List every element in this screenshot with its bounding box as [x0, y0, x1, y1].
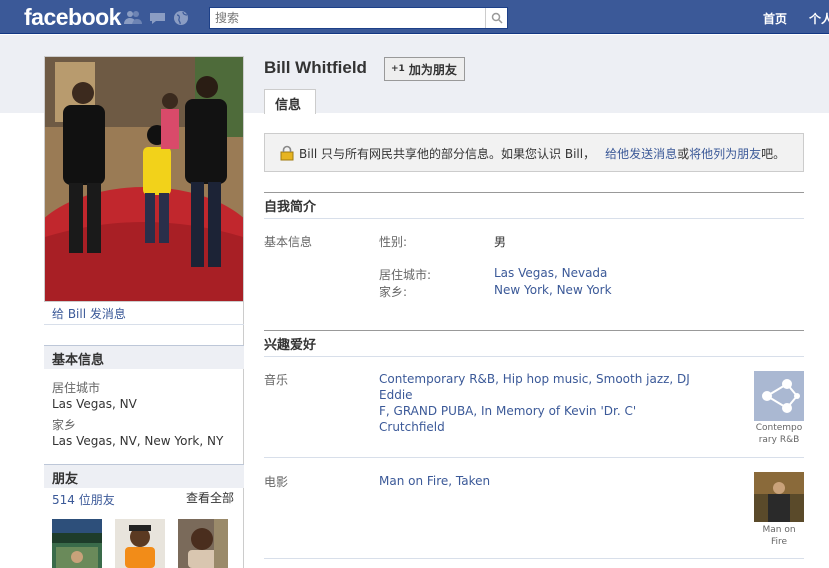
- add-friend-icon: +1: [391, 64, 405, 74]
- music-caption-line-1: Contempo: [755, 423, 803, 433]
- music-caption-line-2: rary R&B: [758, 435, 800, 445]
- search-button[interactable]: [485, 8, 507, 28]
- music-list[interactable]: Contemporary R&B, Hip hop music, Smooth …: [379, 371, 699, 435]
- friend-thumbnail[interactable]: [115, 519, 165, 568]
- nav-profile-link[interactable]: 个人: [809, 10, 829, 27]
- hometown-value[interactable]: New York, New York: [494, 283, 612, 297]
- movie-caption-line-1: Man on: [762, 525, 796, 535]
- lock-icon: [280, 145, 294, 161]
- gender-label: 性别:: [379, 235, 408, 249]
- music-list-line-2[interactable]: F, GRAND PUBA, In Memory of Kevin 'Dr. C…: [379, 403, 699, 435]
- notice-or: 或: [677, 147, 690, 161]
- gender-value: 男: [494, 235, 507, 249]
- notice-text: Bill 只与所有网民共享他的部分信息。如果您认识 Bill，: [299, 147, 596, 161]
- nav-home-link[interactable]: 首页: [763, 10, 787, 27]
- section-divider: [264, 192, 804, 193]
- about-section-title: 自我简介: [264, 200, 317, 215]
- profile-name: Bill Whitfield: [264, 58, 367, 77]
- send-message-notice-link[interactable]: 给他发送消息: [605, 147, 677, 161]
- divider: [264, 457, 804, 458]
- notifications-globe-icon[interactable]: [172, 9, 190, 26]
- friend-requests-icon[interactable]: [124, 9, 142, 26]
- music-label: 音乐: [264, 373, 289, 387]
- add-friend-notice-link[interactable]: 将他列为朋友: [689, 147, 761, 161]
- movie-thumbnail[interactable]: [754, 472, 804, 522]
- notification-jewels: [124, 9, 190, 26]
- sidebar-city-label: 居住城市: [52, 381, 101, 395]
- section-divider: [264, 330, 804, 331]
- music-thumbnail[interactable]: [754, 371, 804, 421]
- basic-info-label: 基本信息: [264, 235, 313, 249]
- add-friend-button[interactable]: +1 加为朋友: [384, 57, 465, 81]
- see-all-friends-link[interactable]: 查看全部: [186, 489, 234, 506]
- divider: [264, 356, 804, 357]
- divider: [44, 324, 244, 325]
- profile-picture[interactable]: [44, 56, 244, 302]
- sidebar-friends-header[interactable]: 朋友: [44, 464, 244, 488]
- movies-label: 电影: [264, 475, 289, 489]
- interests-section-title: 兴趣爱好: [264, 338, 317, 353]
- tab-info[interactable]: 信息: [264, 89, 316, 114]
- privacy-notice: Bill 只与所有网民共享他的部分信息。如果您认识 Bill， 给他发送消息或将…: [264, 133, 804, 172]
- current-city-value[interactable]: Las Vegas, Nevada: [494, 266, 607, 280]
- music-thumbnail-caption[interactable]: Contempo rary R&B: [751, 422, 807, 446]
- search-input[interactable]: [210, 8, 485, 28]
- movie-thumbnail-caption[interactable]: Man on Fire: [751, 524, 807, 548]
- friends-count-link[interactable]: 514 位朋友: [52, 491, 115, 508]
- sidebar-hometown-label: 家乡: [52, 418, 77, 432]
- facebook-logo[interactable]: facebook: [24, 4, 121, 31]
- divider: [264, 218, 804, 219]
- add-friend-label: 加为朋友: [408, 62, 457, 77]
- search-icon: [491, 12, 503, 24]
- search-box: [209, 7, 508, 29]
- music-list-line-1[interactable]: Contemporary R&B, Hip hop music, Smooth …: [379, 371, 699, 403]
- sidebar-city-value: Las Vegas, NV: [52, 397, 137, 411]
- sidebar-basic-info-header: 基本信息: [44, 345, 244, 369]
- sidebar-hometown-value: Las Vegas, NV, New York, NY: [52, 434, 224, 448]
- friend-thumbnail[interactable]: [178, 519, 228, 568]
- send-message-link[interactable]: 给 Bill 发消息: [52, 305, 126, 322]
- notice-suffix: 吧。: [761, 147, 786, 161]
- movies-list[interactable]: Man on Fire, Taken: [379, 473, 699, 489]
- top-navigation-bar: facebook 首页 个人: [0, 0, 829, 34]
- messages-icon[interactable]: [148, 9, 166, 26]
- friend-thumbnail[interactable]: [52, 519, 102, 568]
- hometown-label: 家乡:: [379, 285, 408, 299]
- movie-caption-line-2: Fire: [770, 537, 788, 547]
- divider: [264, 558, 804, 559]
- current-city-label: 居住城市:: [379, 268, 432, 282]
